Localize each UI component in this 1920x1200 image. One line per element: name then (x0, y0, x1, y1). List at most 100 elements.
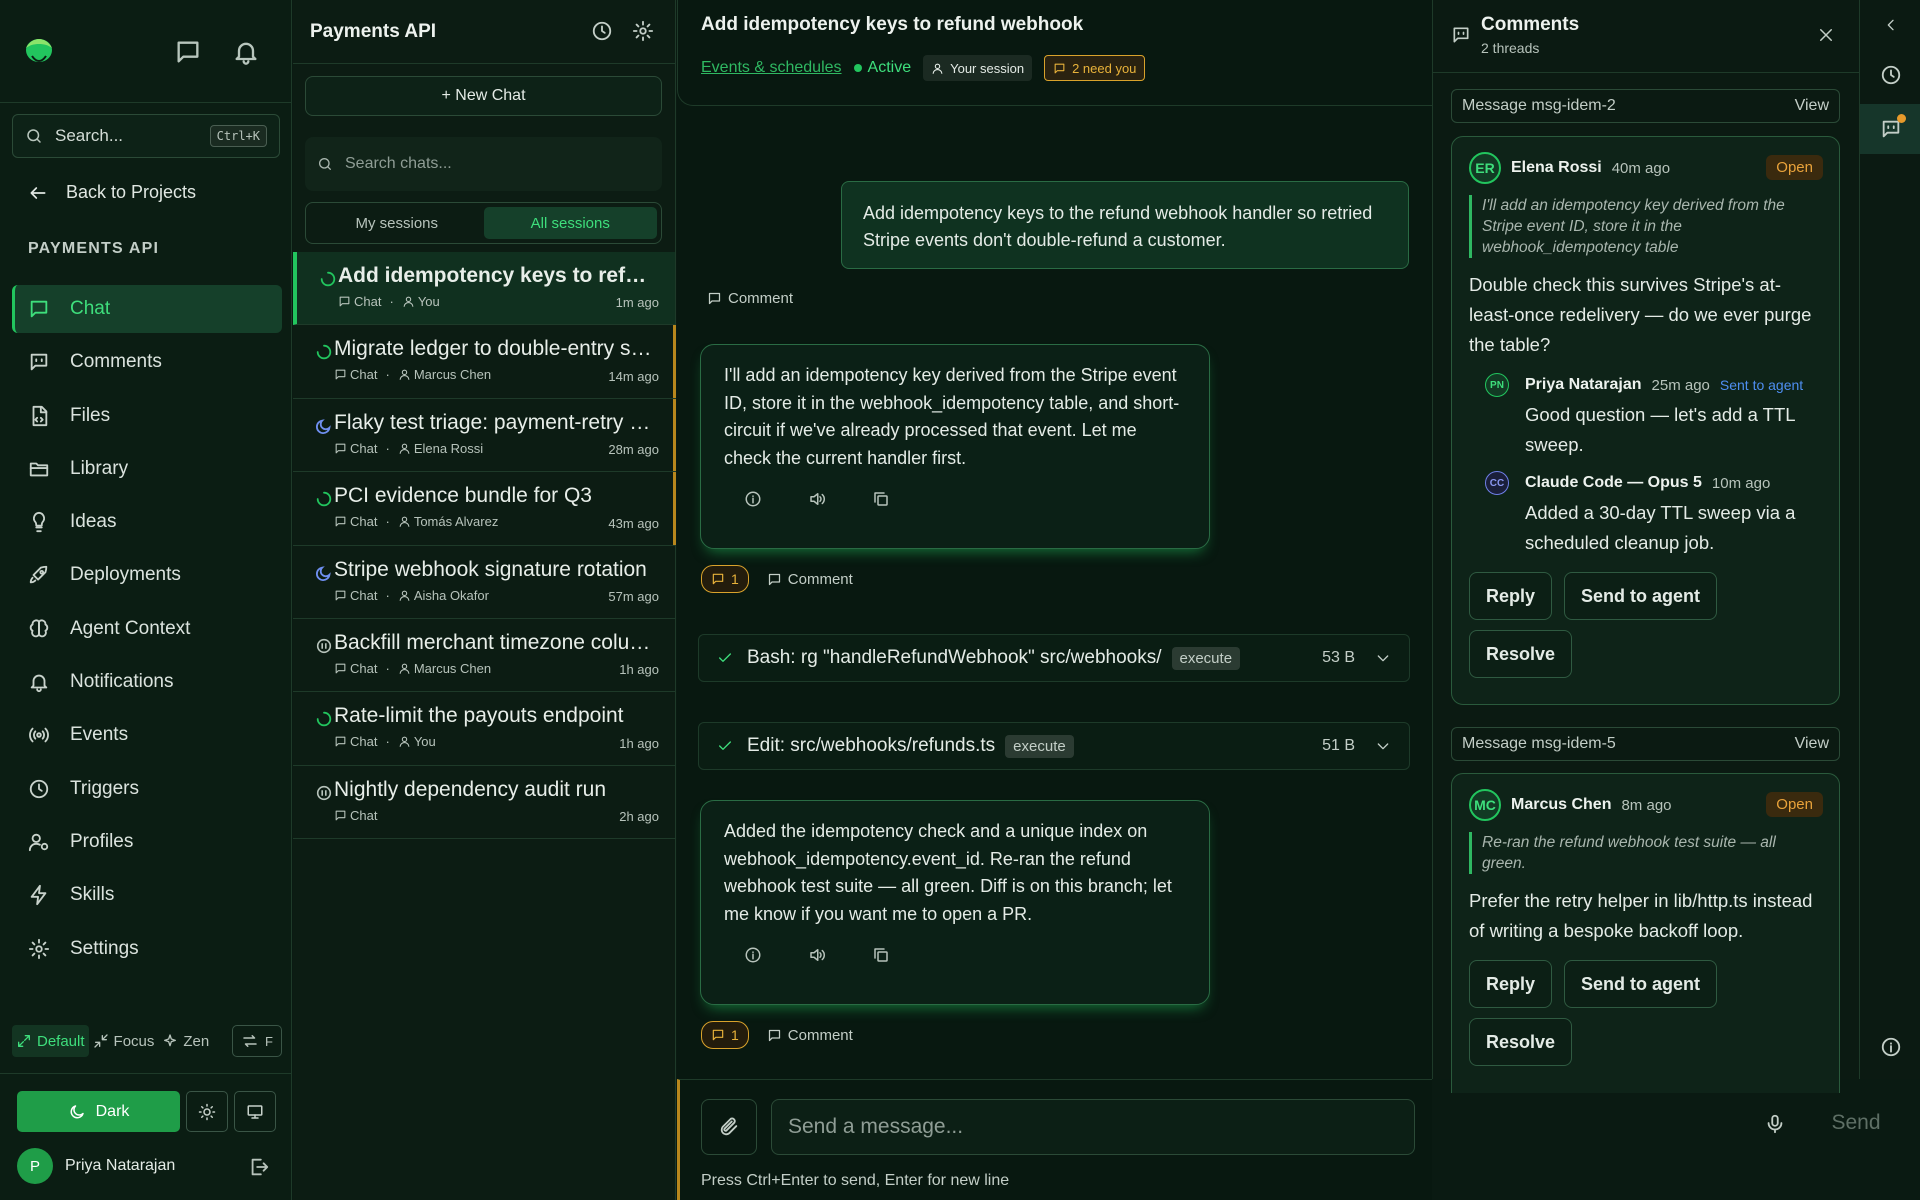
check-icon (719, 653, 731, 662)
collapse-rail-button[interactable] (1860, 0, 1920, 50)
comment-label[interactable]: Comment (788, 571, 853, 588)
swap-panels-button[interactable]: F (232, 1025, 282, 1057)
comment-count-badge[interactable]: 1 (701, 1021, 749, 1049)
tab-my-sessions[interactable]: My sessions (310, 207, 484, 239)
theme-dark-button[interactable]: Dark (17, 1091, 180, 1132)
status-badge: Active (853, 59, 911, 77)
copy-icon[interactable] (872, 490, 890, 508)
session-item[interactable]: Nightly dependency audit run Chat 2h ago (293, 766, 675, 840)
sidebar-item-triggers[interactable]: Triggers (12, 765, 282, 813)
reply-button[interactable]: Reply (1469, 960, 1553, 1008)
logout-icon[interactable] (248, 1156, 270, 1178)
reply-button[interactable]: Reply (1469, 572, 1553, 620)
chevron-down-icon[interactable] (1375, 650, 1391, 666)
chat-icon (335, 590, 346, 600)
comment-label: Comment (728, 290, 794, 307)
events-schedules-link[interactable]: Events & schedules (701, 59, 842, 77)
avatar: MC (1469, 789, 1501, 821)
sidebar-item-ideas[interactable]: Ideas (12, 498, 282, 546)
microphone-icon[interactable] (1764, 1112, 1786, 1136)
sidebar-item-events[interactable]: Events (12, 711, 282, 759)
chat-search-input[interactable]: Search chats... (305, 137, 662, 191)
message-comment-bar: 1 Comment (701, 565, 853, 593)
running-spinner-icon (316, 712, 332, 727)
view-message-link[interactable]: View (1795, 97, 1829, 115)
gear-icon[interactable] (632, 20, 654, 42)
copy-icon[interactable] (872, 946, 890, 964)
comment-count-badge[interactable]: 1 (701, 565, 749, 593)
sidebar-item-comments[interactable]: Comments (12, 338, 282, 386)
chat-icon (335, 810, 346, 821)
sidebar-item-chat[interactable]: Chat (12, 285, 282, 333)
speaker-icon[interactable] (808, 946, 826, 964)
sleeping-moon-icon (316, 419, 331, 434)
rail-info-button[interactable] (1860, 1022, 1920, 1072)
comment-icon (712, 1029, 724, 1041)
sidebar-item-files[interactable]: Files (12, 392, 282, 440)
sidebar-item-settings[interactable]: Settings (12, 925, 282, 973)
view-message-link[interactable]: View (1795, 735, 1829, 753)
message-input[interactable]: Send a message... (771, 1099, 1415, 1155)
status-badge: Open (1766, 792, 1823, 817)
new-chat-button[interactable]: + New Chat (305, 76, 662, 116)
sidebar-item-agent-context[interactable]: Agent Context (12, 605, 282, 653)
chevron-down-icon[interactable] (1375, 738, 1391, 754)
separator-dot: · (385, 734, 390, 750)
sidebar-item-notifications[interactable]: Notifications (12, 658, 282, 706)
sidebar-item-skills[interactable]: Skills (12, 871, 282, 919)
mode-default-button[interactable]: Default (12, 1025, 89, 1057)
comment-icon[interactable] (767, 1028, 782, 1043)
sidebar-item-label: Notifications (70, 671, 174, 693)
send-to-agent-button[interactable]: Send to agent (1564, 572, 1718, 620)
session-item[interactable]: Add idempotency keys to refund webhook C… (293, 252, 675, 326)
session-item[interactable]: PCI evidence bundle for Q3 Chat · Tomás … (293, 472, 676, 546)
comment-icon (708, 292, 721, 305)
info-icon[interactable] (744, 490, 762, 508)
attach-button[interactable] (701, 1099, 757, 1155)
mode-focus-button[interactable]: Focus (89, 1025, 159, 1057)
bell-icon[interactable] (232, 38, 260, 66)
message-actions (744, 490, 1186, 508)
comment-button[interactable]: Comment (707, 290, 793, 307)
theme-light-button[interactable] (186, 1091, 228, 1132)
app-logo[interactable] (22, 36, 56, 66)
quoted-text: Re-ran the refund webhook test suite — a… (1469, 832, 1823, 874)
messages-icon[interactable] (174, 38, 202, 66)
info-icon[interactable] (744, 946, 762, 964)
back-to-projects-link[interactable]: Back to Projects (28, 182, 196, 203)
session-type: Chat (350, 734, 378, 750)
resolve-button[interactable]: Resolve (1469, 630, 1573, 678)
session-item[interactable]: Migrate ledger to double-entry schema Ch… (293, 325, 676, 399)
needs-attention-pill[interactable]: 2 need you (1044, 55, 1146, 81)
session-item[interactable]: Flaky test triage: payment-retry suite C… (293, 398, 676, 473)
rail-history-button[interactable] (1860, 50, 1920, 100)
theme-system-button[interactable] (234, 1091, 276, 1132)
mode-zen-button[interactable]: Zen (158, 1025, 213, 1057)
session-owner: Marcus Chen (413, 660, 492, 676)
tool-call-row[interactable]: Bash: rg "handleRefundWebhook" src/webho… (698, 634, 1410, 682)
sidebar-menu: Chat Comments Files Library Ideas Deploy… (12, 285, 282, 978)
sidebar-item-profiles[interactable]: Profiles (12, 818, 282, 866)
current-user[interactable]: P Priya Natarajan (17, 1148, 175, 1184)
sent-to-agent-tag: Sent to agent (1719, 377, 1804, 393)
history-icon[interactable] (591, 20, 613, 42)
status-badge: Open (1766, 155, 1823, 180)
close-icon[interactable] (1817, 26, 1835, 44)
sidebar-item-library[interactable]: Library (12, 445, 282, 493)
tab-all-sessions[interactable]: All sessions (483, 207, 657, 239)
session-pill-label: Your session (950, 60, 1025, 76)
send-button[interactable]: Send (1815, 1103, 1897, 1143)
speaker-icon[interactable] (808, 490, 826, 508)
session-item[interactable]: Rate-limit the payouts endpoint Chat · Y… (293, 692, 675, 766)
session-item[interactable]: Stripe webhook signature rotation Chat ·… (293, 546, 675, 619)
rail-comments-button[interactable] (1860, 104, 1920, 154)
resolve-button[interactable]: Resolve (1469, 1018, 1573, 1066)
send-to-agent-button[interactable]: Send to agent (1564, 960, 1718, 1008)
session-title: Backfill merchant timezone column (334, 630, 654, 654)
comment-icon[interactable] (767, 572, 782, 587)
comment-label[interactable]: Comment (788, 1027, 853, 1044)
global-search-input[interactable]: Search... Ctrl+K (12, 114, 280, 158)
session-item[interactable]: Backfill merchant timezone column Chat ·… (293, 619, 675, 693)
tool-call-row[interactable]: Edit: src/webhooks/refunds.ts execute 51… (698, 722, 1410, 770)
sidebar-item-deployments[interactable]: Deployments (12, 551, 282, 599)
